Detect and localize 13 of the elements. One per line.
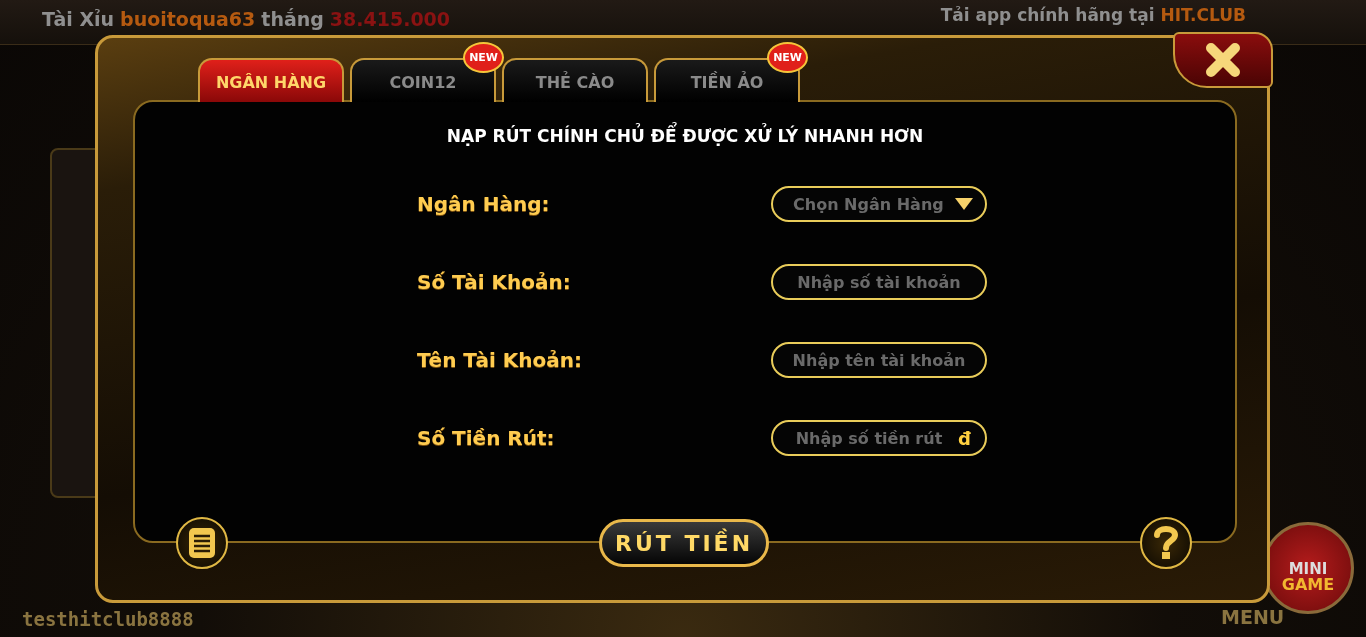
new-badge: NEW <box>767 42 808 73</box>
ticker-verb: thắng <box>261 8 324 30</box>
ticker-game: Tài Xỉu <box>42 8 115 30</box>
field-label: Ngân Hàng: <box>417 192 550 216</box>
ticker-player: buoitoqua63 <box>120 8 256 30</box>
field-label: Số Tài Khoản: <box>417 270 571 294</box>
currency-symbol: đ <box>958 427 971 449</box>
new-badge: NEW <box>463 42 504 73</box>
promo-text: Tải app chính hãng tại <box>940 5 1155 25</box>
field-label: Tên Tài Khoản: <box>417 348 582 372</box>
username: testhitclub8888 <box>22 608 194 630</box>
ticker-amount: 38.415.000 <box>329 8 451 30</box>
field-label: Số Tiền Rút: <box>417 426 555 450</box>
